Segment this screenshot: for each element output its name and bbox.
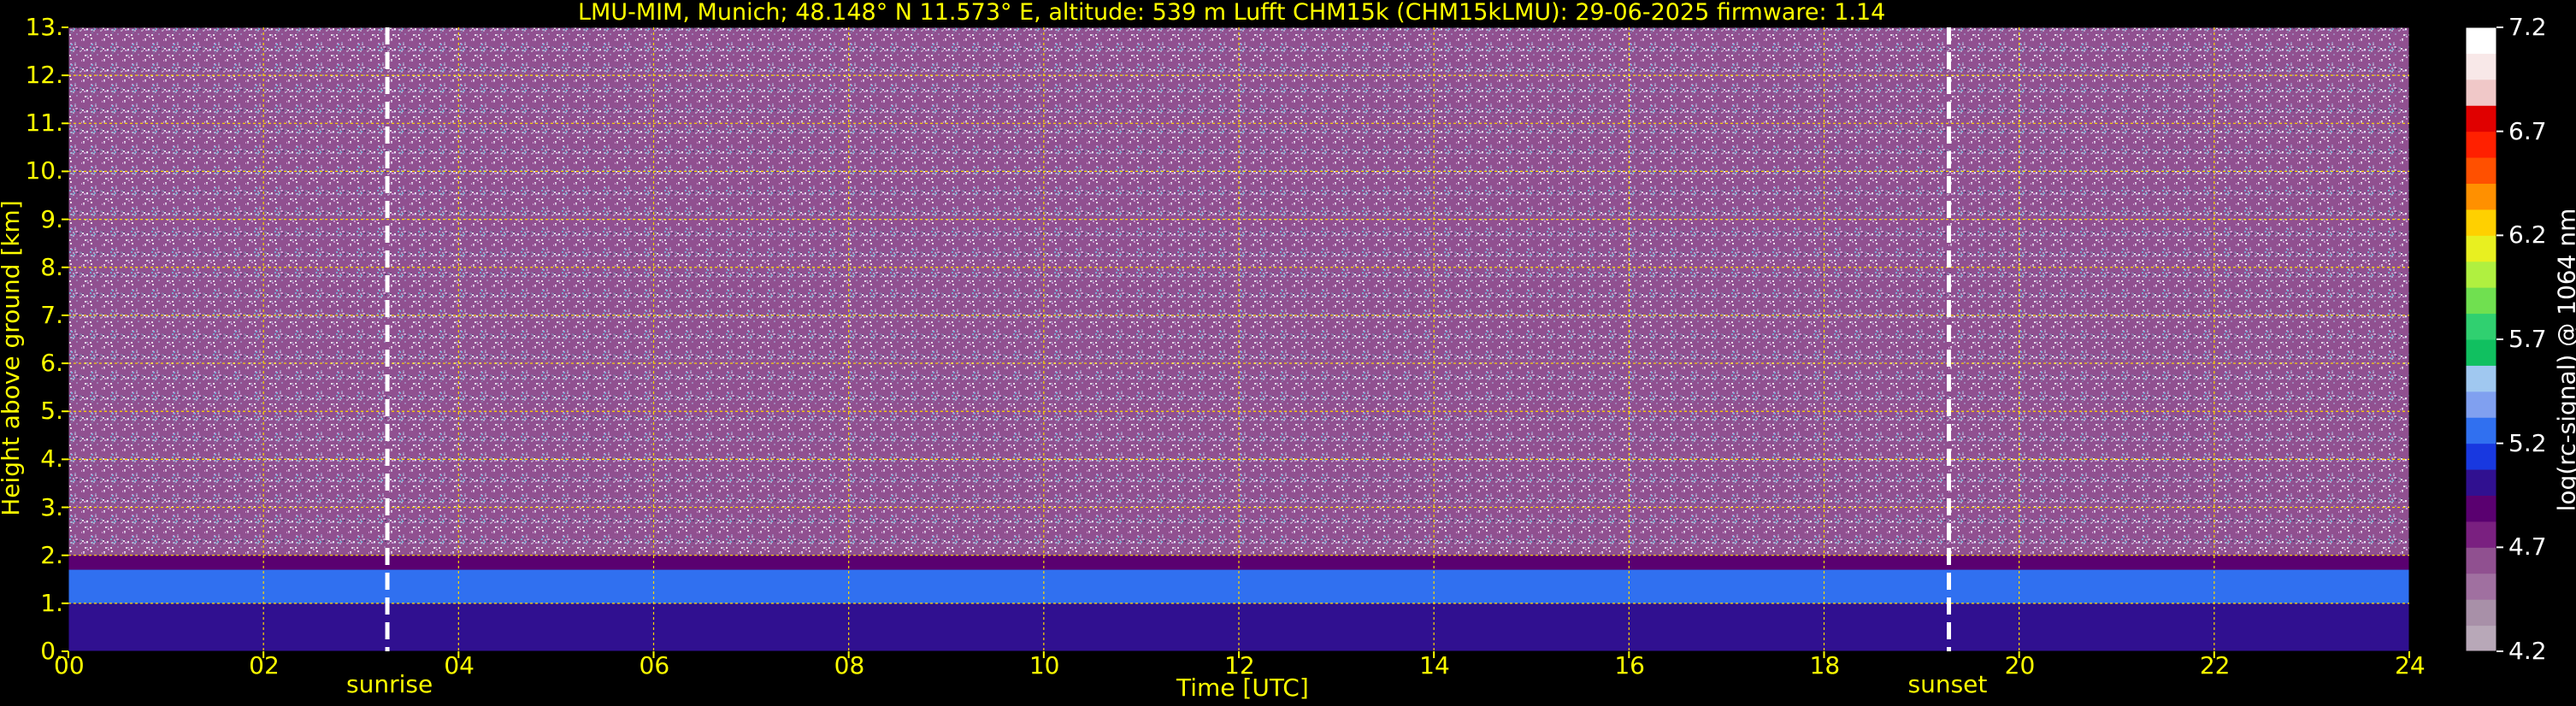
- x-axis-label: Time [UTC]: [1176, 674, 1309, 702]
- y-tick-label: 5.: [40, 397, 63, 426]
- y-tick-label: 12.: [25, 61, 63, 90]
- x-tick-label: 18: [1809, 651, 1841, 680]
- y-tick-label: 3.: [40, 492, 63, 521]
- colorbar-segment: [2466, 521, 2496, 548]
- colorbar-segment: [2466, 417, 2496, 444]
- colorbar-segment: [2466, 495, 2496, 522]
- colorbar-segment: [2466, 27, 2496, 54]
- colorbar-segment: [2466, 209, 2496, 236]
- colorbar-tick-label: 4.2: [2508, 637, 2547, 665]
- x-tick-label: 06: [639, 651, 670, 680]
- colorbar-tick-label: 6.2: [2508, 221, 2547, 250]
- colorbar-segment: [2466, 573, 2496, 600]
- y-axis-label: Height above ground [km]: [0, 200, 25, 516]
- colorbar-segment: [2466, 469, 2496, 496]
- y-tick-label: 10.: [25, 156, 63, 185]
- colorbar-tick-label: 4.7: [2508, 532, 2547, 562]
- x-tick-label: 08: [834, 651, 865, 680]
- colorbar-segment: [2466, 105, 2496, 132]
- colorbar-segment: [2466, 183, 2496, 210]
- colorbar-tick-label: 7.2: [2508, 13, 2547, 41]
- colorbar-tick-label: 6.7: [2508, 116, 2547, 145]
- y-tick-label: 4.: [40, 444, 63, 474]
- y-tick-label: 13.: [25, 13, 63, 41]
- x-tick-label: 02: [249, 651, 280, 680]
- colorbar-segment: [2466, 391, 2496, 418]
- x-tick-label: 22: [2199, 651, 2231, 680]
- x-tick-label: 14: [1419, 651, 1450, 680]
- colorbar-segment: [2466, 625, 2496, 652]
- chart-title: LMU-MIM, Munich; 48.148° N 11.573° E, al…: [578, 0, 1886, 26]
- colorbar-segment: [2466, 287, 2496, 315]
- y-tick-label: 8.: [40, 252, 63, 281]
- colorbar-label: log(rc-signal) @ 1064 nm: [2552, 208, 2576, 512]
- colorbar-segment: [2466, 313, 2496, 340]
- colorbar-segment: [2466, 235, 2496, 262]
- marker-label-sunrise: sunrise: [346, 670, 433, 698]
- colorbar-segment: [2466, 443, 2496, 470]
- colorbar-segment: [2466, 53, 2496, 80]
- colorbar-segment: [2466, 131, 2496, 158]
- x-tick-label: 10: [1029, 651, 1060, 680]
- colorbar-segment: [2466, 157, 2496, 184]
- x-tick-label: 12: [1224, 651, 1255, 680]
- ceilometer-chart: LMU-MIM, Munich; 48.148° N 11.573° E, al…: [0, 0, 2576, 706]
- y-tick-label: 1.: [40, 588, 63, 617]
- y-tick-label: 6.: [40, 349, 63, 378]
- y-tick-label: 7.: [40, 300, 63, 329]
- colorbar-segment: [2466, 599, 2496, 627]
- colorbar-segment: [2466, 547, 2496, 574]
- colorbar-tick-label: 5.2: [2508, 428, 2547, 457]
- chart-svg: [62, 26, 2503, 658]
- y-tick-label: 11.: [25, 109, 63, 138]
- x-tick-label: 16: [1614, 651, 1645, 680]
- colorbar-segment: [2466, 365, 2496, 392]
- x-tick-label: 20: [2004, 651, 2036, 680]
- x-tick-label: 24: [2395, 651, 2426, 680]
- y-tick-label: 2.: [40, 540, 63, 569]
- y-tick-label: 0.: [40, 637, 63, 665]
- colorbar-segment: [2466, 261, 2496, 288]
- colorbar-tick-label: 5.7: [2508, 325, 2547, 353]
- y-tick-label: 9.: [40, 204, 63, 233]
- colorbar-segment: [2466, 79, 2496, 106]
- colorbar-segment: [2466, 339, 2496, 366]
- x-tick-label: 04: [444, 651, 475, 680]
- marker-label-sunset: sunset: [1907, 670, 1988, 698]
- colorbar: [2465, 26, 2503, 652]
